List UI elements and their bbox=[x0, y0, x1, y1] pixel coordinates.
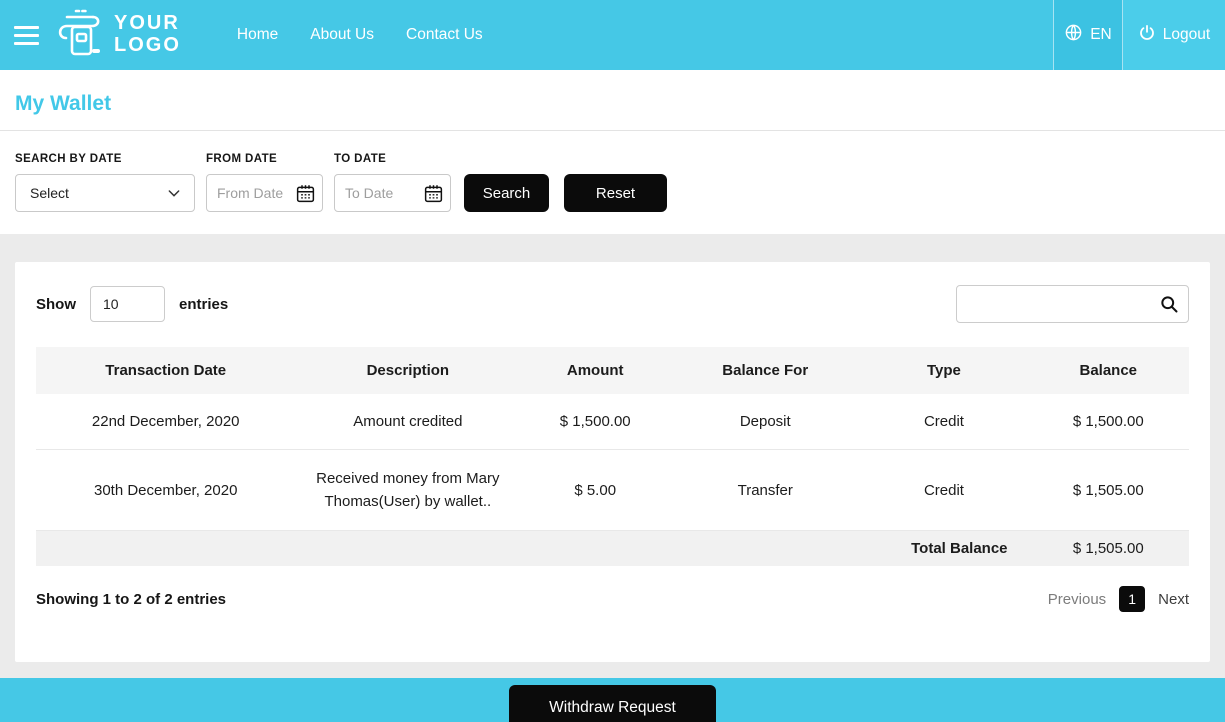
logo-text: YOUR LOGO bbox=[114, 12, 181, 56]
cell-amount: $ 5.00 bbox=[520, 449, 671, 531]
pagination-page-1[interactable]: 1 bbox=[1119, 586, 1146, 612]
search-by-date-group: SEARCH BY DATE Select bbox=[15, 153, 195, 212]
col-balance: Balance bbox=[1027, 347, 1189, 394]
cell-balance: $ 1,500.00 bbox=[1027, 394, 1189, 450]
table-header-row: Transaction Date Description Amount Bala… bbox=[36, 347, 1189, 394]
chevron-down-icon bbox=[168, 190, 180, 197]
table-footer: Showing 1 to 2 of 2 entries Previous 1 N… bbox=[36, 586, 1189, 612]
logo[interactable]: YOUR LOGO bbox=[54, 7, 181, 64]
table-row: 30th December, 2020 Received money from … bbox=[36, 449, 1189, 531]
page-content: My Wallet SEARCH BY DATE Select FROM DAT… bbox=[0, 70, 1225, 234]
language-label: EN bbox=[1090, 26, 1112, 43]
search-by-date-select[interactable]: Select bbox=[15, 174, 195, 212]
cell-description: Amount credited bbox=[295, 394, 521, 450]
cell-amount: $ 1,500.00 bbox=[520, 394, 671, 450]
table-row: 22nd December, 2020 Amount credited $ 1,… bbox=[36, 394, 1189, 450]
logo-mark-icon bbox=[54, 7, 108, 64]
entries-count-input[interactable] bbox=[90, 286, 165, 322]
to-date-input[interactable] bbox=[334, 174, 451, 212]
table-search bbox=[956, 285, 1189, 323]
nav-link-about-us[interactable]: About Us bbox=[310, 26, 374, 44]
wallet-table-card: Show entries Transaction Date Descriptio… bbox=[15, 262, 1210, 662]
navbar-left: YOUR LOGO bbox=[0, 0, 181, 70]
to-date-label: TO DATE bbox=[334, 153, 387, 165]
reset-button[interactable]: Reset bbox=[564, 174, 667, 212]
cell-description: Received money from Mary Thomas(User) by… bbox=[295, 449, 521, 531]
col-balance-for: Balance For bbox=[670, 347, 861, 394]
col-description: Description bbox=[295, 347, 521, 394]
power-icon bbox=[1138, 24, 1156, 47]
top-navbar: YOUR LOGO Home About Us Contact Us EN Lo… bbox=[0, 0, 1225, 70]
table-search-input[interactable] bbox=[956, 285, 1189, 323]
total-balance-label: Total Balance bbox=[36, 530, 1028, 566]
cell-type: Credit bbox=[860, 449, 1028, 531]
showing-entries-text: Showing 1 to 2 of 2 entries bbox=[36, 590, 227, 608]
from-date-input[interactable] bbox=[206, 174, 323, 212]
hamburger-menu-icon[interactable] bbox=[8, 20, 48, 51]
footer-bar: Withdraw Request bbox=[0, 678, 1225, 722]
col-transaction-date: Transaction Date bbox=[36, 347, 296, 394]
col-amount: Amount bbox=[520, 347, 671, 394]
logout-button[interactable]: Logout bbox=[1123, 0, 1225, 70]
select-value: Select bbox=[30, 185, 69, 201]
show-entries-control: Show entries bbox=[36, 286, 228, 322]
nav-link-contact-us[interactable]: Contact Us bbox=[406, 26, 483, 44]
cell-transaction-date: 22nd December, 2020 bbox=[36, 394, 296, 450]
to-date-group: TO DATE bbox=[334, 153, 451, 212]
pagination-next[interactable]: Next bbox=[1158, 591, 1189, 608]
cell-balance-for: Transfer bbox=[670, 449, 861, 531]
total-balance-row: Total Balance $ 1,505.00 bbox=[36, 530, 1189, 566]
title-divider bbox=[0, 130, 1225, 131]
cell-transaction-date: 30th December, 2020 bbox=[36, 449, 296, 531]
table-section: Show entries Transaction Date Descriptio… bbox=[0, 234, 1225, 678]
globe-icon bbox=[1064, 23, 1083, 47]
pagination-previous[interactable]: Previous bbox=[1048, 591, 1106, 608]
cell-type: Credit bbox=[860, 394, 1028, 450]
show-label: Show bbox=[36, 295, 76, 313]
language-selector[interactable]: EN bbox=[1053, 0, 1123, 70]
transactions-table: Transaction Date Description Amount Bala… bbox=[36, 347, 1189, 566]
cell-balance-for: Deposit bbox=[670, 394, 861, 450]
nav-link-home[interactable]: Home bbox=[237, 26, 278, 44]
page-title: My Wallet bbox=[15, 92, 112, 115]
col-type: Type bbox=[860, 347, 1028, 394]
from-date-group: FROM DATE bbox=[206, 153, 323, 212]
search-button[interactable]: Search bbox=[464, 174, 549, 212]
search-by-date-label: SEARCH BY DATE bbox=[15, 153, 122, 165]
logout-label: Logout bbox=[1162, 26, 1211, 43]
pagination: Previous 1 Next bbox=[1048, 586, 1189, 612]
table-controls: Show entries bbox=[36, 285, 1189, 323]
from-date-label: FROM DATE bbox=[206, 153, 278, 165]
cell-balance: $ 1,505.00 bbox=[1027, 449, 1189, 531]
nav-links: Home About Us Contact Us bbox=[237, 0, 483, 70]
filters-bar: SEARCH BY DATE Select FROM DATE T bbox=[15, 153, 1210, 234]
withdraw-request-button[interactable]: Withdraw Request bbox=[509, 685, 716, 722]
total-balance-value: $ 1,505.00 bbox=[1027, 530, 1189, 566]
entries-label: entries bbox=[179, 295, 229, 313]
search-icon bbox=[1161, 296, 1178, 313]
